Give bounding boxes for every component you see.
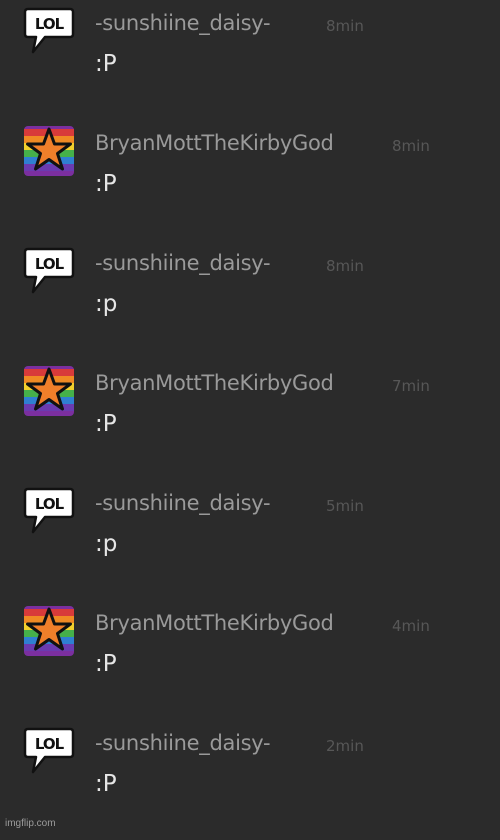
comment-username[interactable]: BryanMottTheKirbyGod [95,611,334,635]
lol-bubble-icon[interactable]: LOL [23,245,75,297]
lol-label: LOL [35,15,65,33]
watermark: imgflip.com [5,818,56,829]
comment-timestamp: 5min [326,497,364,515]
comment: LOL -sunshiine_daisy- 2min :P [0,720,500,840]
comment-text: :P [95,771,117,797]
comment-timestamp: 8min [326,257,364,275]
comment-username[interactable]: -sunshiine_daisy- [95,491,271,515]
comment-text: :p [95,531,118,557]
rainbow-star-icon[interactable] [23,605,75,657]
comment-text: :P [95,51,117,77]
lol-bubble-icon[interactable]: LOL [23,485,75,537]
comment-timestamp: 8min [392,137,430,155]
comment-username[interactable]: -sunshiine_daisy- [95,251,271,275]
comment-text: :p [95,291,118,317]
rainbow-star-icon[interactable] [23,125,75,177]
rainbow-star-icon[interactable] [23,365,75,417]
comment-feed: LOL -sunshiine_daisy- 8min :P BryanMottThe… [0,0,500,840]
lol-bubble-icon[interactable]: LOL [23,725,75,777]
comment-username[interactable]: BryanMottTheKirbyGod [95,371,334,395]
comment-username[interactable]: BryanMottTheKirbyGod [95,131,334,155]
lol-bubble-icon[interactable]: LOL [23,5,75,57]
comment-timestamp: 2min [326,737,364,755]
comment-timestamp: 7min [392,377,430,395]
comment-text: :P [95,411,117,437]
lol-label: LOL [35,735,65,753]
comment: BryanMottTheKirbyGod 4min :P [0,600,500,720]
comment-username[interactable]: -sunshiine_daisy- [95,11,271,35]
comment: BryanMottTheKirbyGod 7min :P [0,360,500,480]
comment: LOL -sunshiine_daisy- 8min :P [0,0,500,120]
lol-label: LOL [35,495,65,513]
comment-username[interactable]: -sunshiine_daisy- [95,731,271,755]
comment-timestamp: 8min [326,17,364,35]
comment: BryanMottTheKirbyGod 8min :P [0,120,500,240]
comment: LOL -sunshiine_daisy- 5min :p [0,480,500,600]
lol-label: LOL [35,255,65,273]
comment: LOL -sunshiine_daisy- 8min :p [0,240,500,360]
comment-text: :P [95,651,117,677]
comment-timestamp: 4min [392,617,430,635]
comment-text: :P [95,171,117,197]
